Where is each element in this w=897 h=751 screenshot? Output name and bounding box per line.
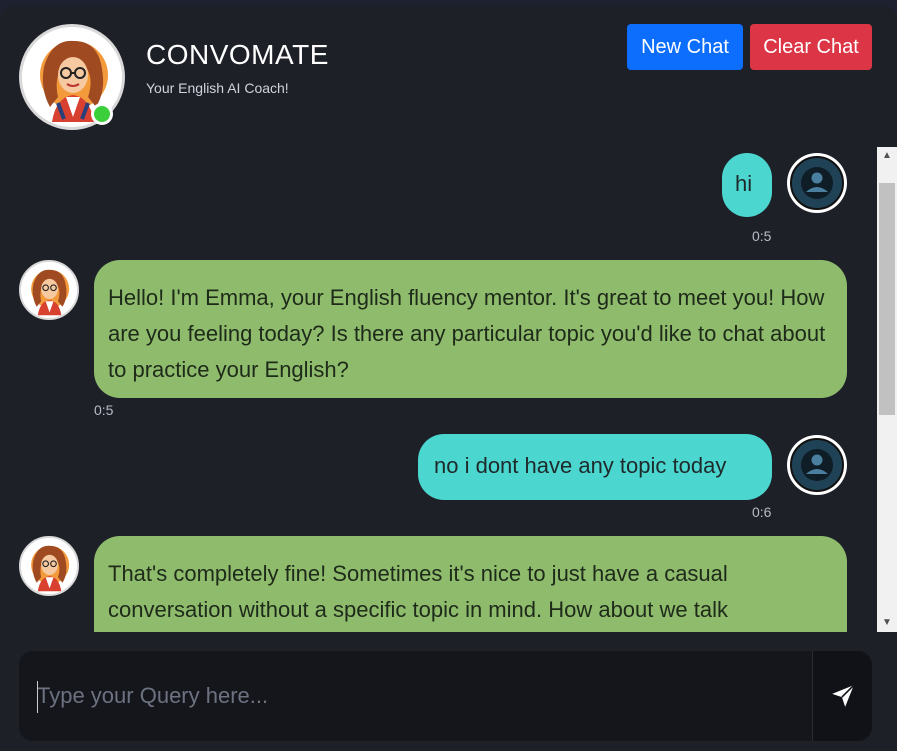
user-avatar [787,435,847,495]
user-icon [801,449,833,481]
message-list[interactable]: hi 0:5 Hello! I'm Emma, your English flu… [0,147,877,632]
clear-chat-button[interactable]: Clear Chat [750,24,872,70]
text-cursor [37,681,38,713]
message-text: no i dont have any topic today [434,453,727,478]
user-icon [801,167,833,199]
user-avatar [787,153,847,213]
online-status-dot [91,103,113,125]
query-input[interactable] [19,651,812,741]
message-text: hi [735,171,753,196]
query-input-bar [19,651,872,741]
chat-header: CONVOMATE Your English AI Coach! New Cha… [0,5,897,145]
bot-avatar-small [19,536,79,596]
new-chat-button[interactable]: New Chat [627,24,743,70]
bot-message-bubble: That's completely fine! Sometimes it's n… [94,536,847,632]
emma-avatar-icon [21,262,77,318]
scroll-down-arrow-icon[interactable]: ▼ [877,614,897,632]
message-text: Hello! I'm Emma, your English fluency me… [108,285,826,382]
app-subtitle: Your English AI Coach! [146,80,289,96]
chat-panel: CONVOMATE Your English AI Coach! New Cha… [0,5,897,751]
app-title: CONVOMATE [146,39,329,70]
message-time: 0:5 [94,402,114,418]
user-message-bubble: hi [722,153,772,217]
user-message-bubble: no i dont have any topic today [418,434,772,500]
bot-message-bubble: Hello! I'm Emma, your English fluency me… [94,260,847,398]
message-scrollbar[interactable]: ▲ ▼ [877,147,897,632]
emma-avatar-icon [21,538,77,594]
message-time: 0:6 [752,504,772,520]
message-time: 0:5 [752,228,772,244]
scroll-up-arrow-icon[interactable]: ▲ [877,147,897,165]
bot-avatar-small [19,260,79,320]
send-button[interactable] [812,651,872,741]
scroll-thumb[interactable] [879,183,895,415]
paper-plane-icon [831,684,854,707]
message-text: That's completely fine! Sometimes it's n… [108,561,728,622]
